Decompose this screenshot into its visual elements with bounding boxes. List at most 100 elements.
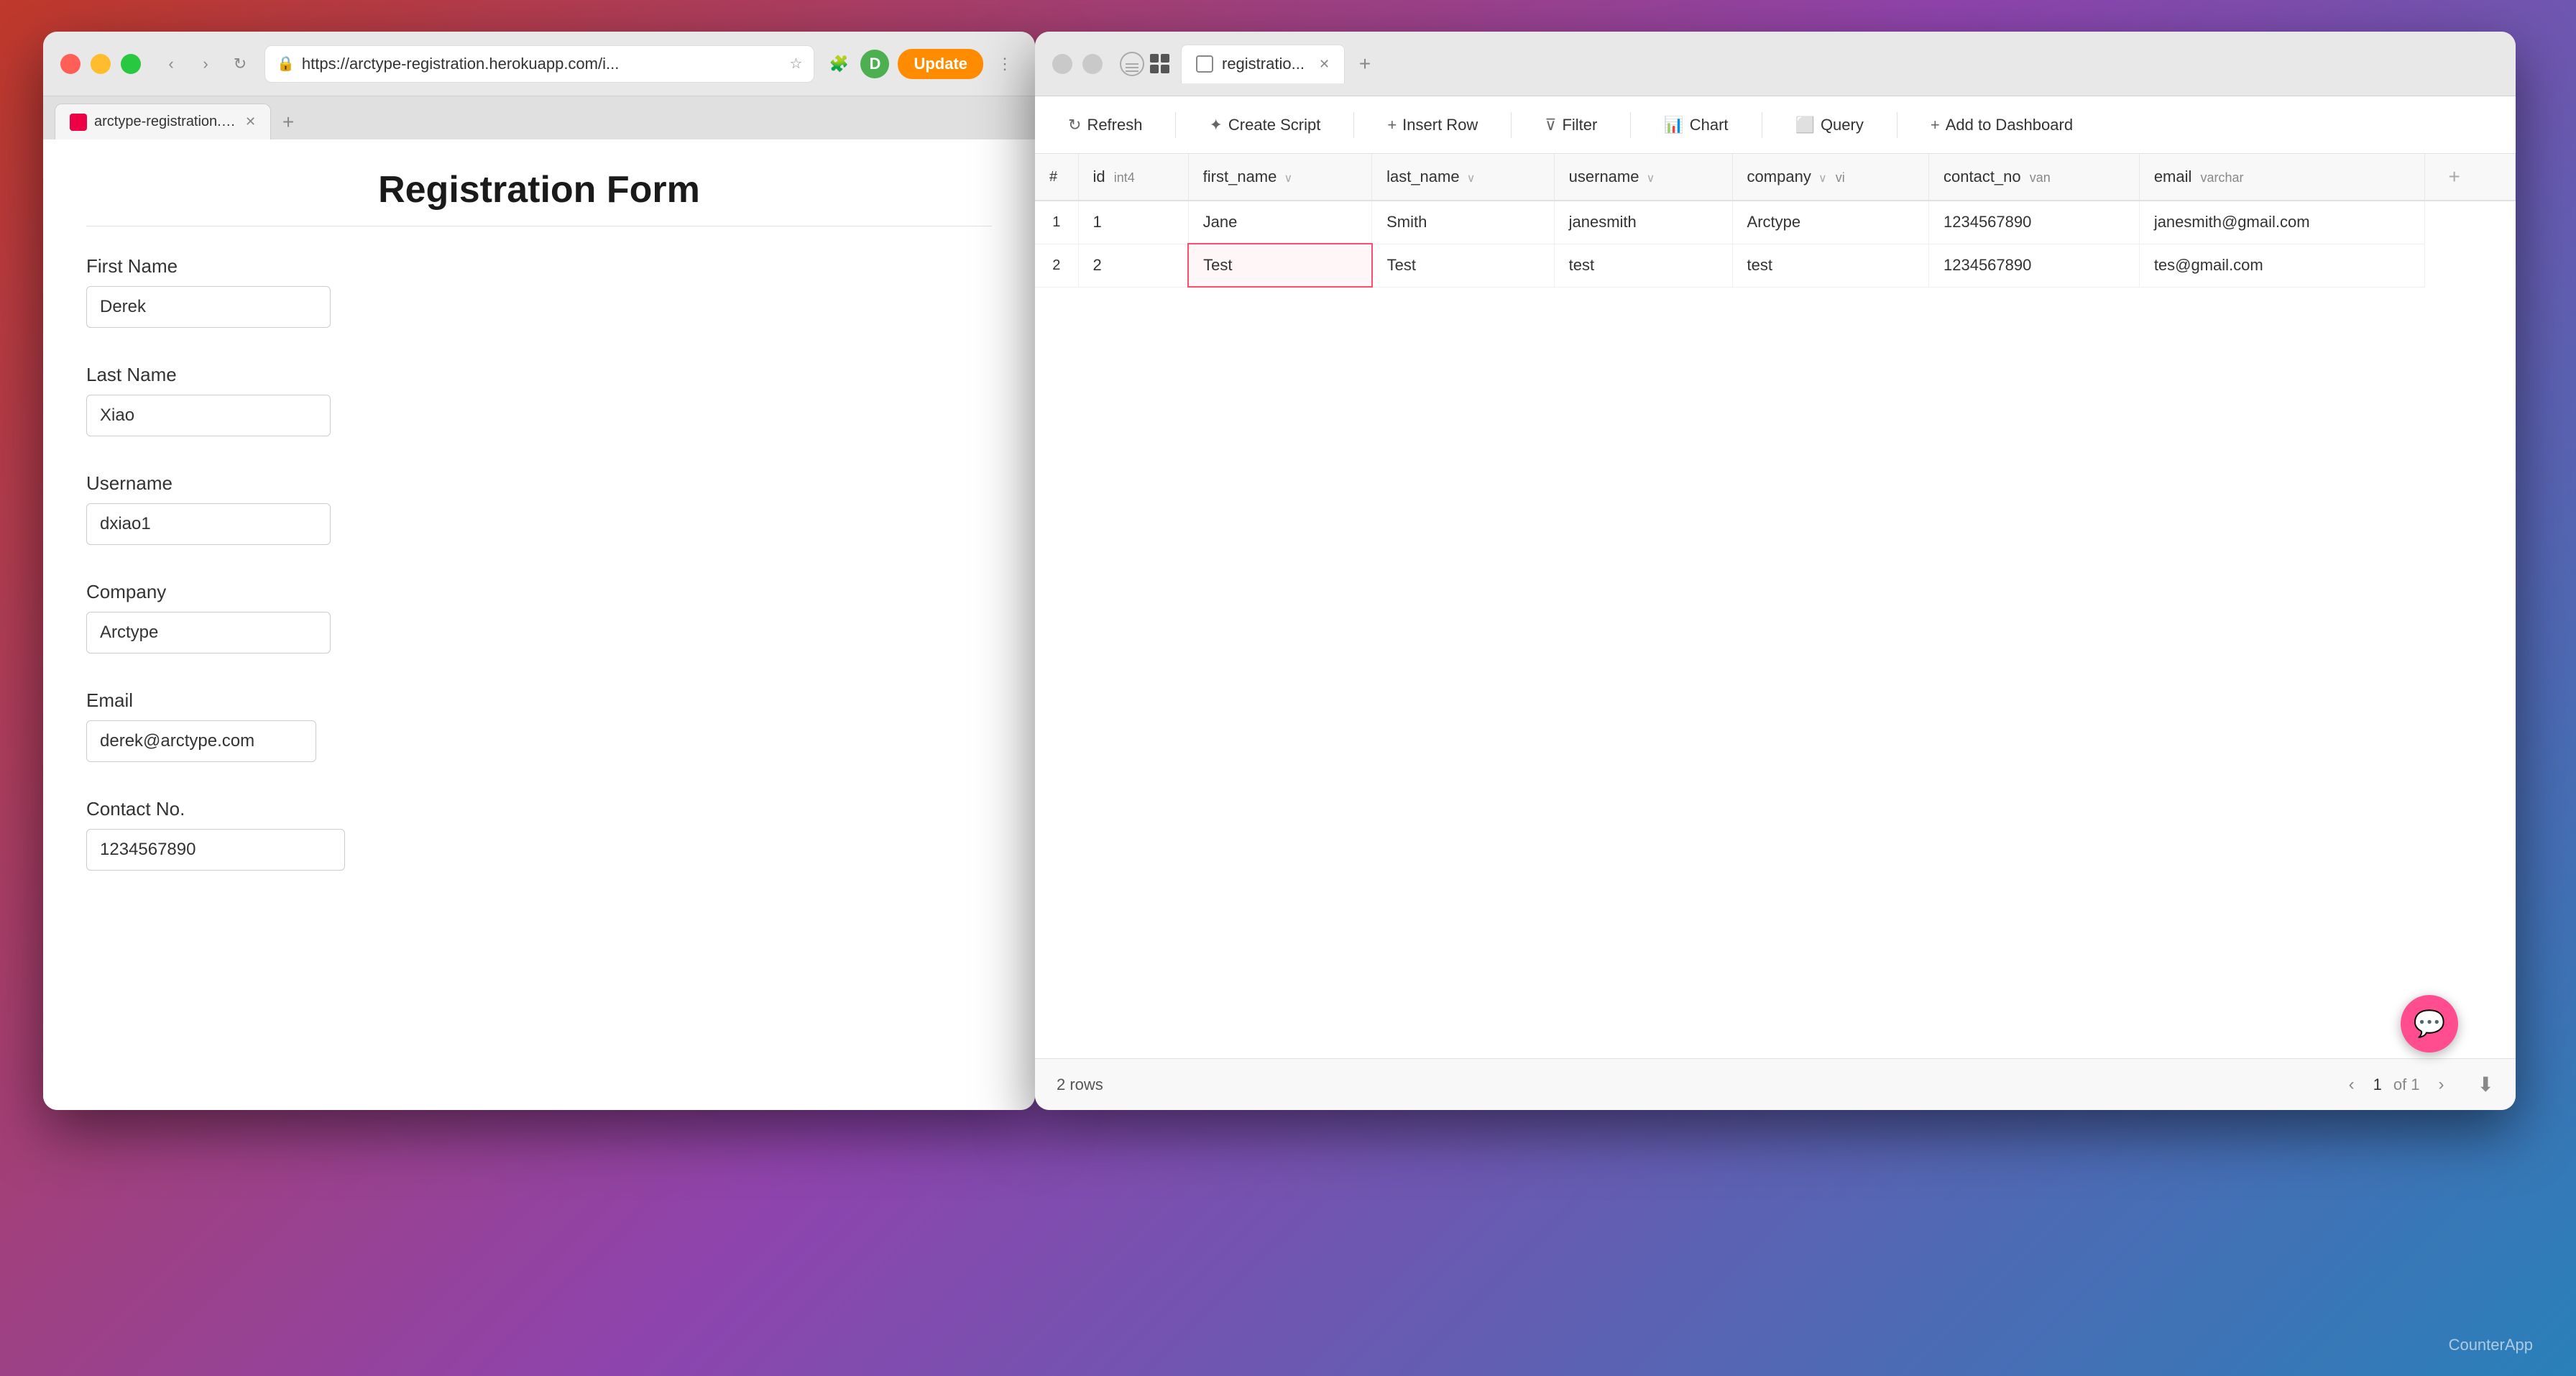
download-button[interactable]: ⬇ <box>2478 1073 2494 1096</box>
col-id-type: int4 <box>1114 170 1135 185</box>
insert-row-button[interactable]: + Insert Row <box>1376 110 1489 140</box>
address-bar[interactable]: 🔒 https://arctype-registration.herokuapp… <box>264 45 814 83</box>
db-tab-close-button[interactable]: ✕ <box>1319 57 1330 72</box>
row-1-email[interactable]: janesmith@gmail.com <box>2139 201 2425 244</box>
username-input[interactable] <box>86 503 331 545</box>
refresh-icon: ↻ <box>1068 116 1081 134</box>
first-name-input[interactable] <box>86 286 331 328</box>
page-next-button[interactable]: › <box>2432 1072 2452 1098</box>
add-to-dashboard-label: Add to Dashboard <box>1946 116 2073 134</box>
last-name-input[interactable] <box>86 395 331 436</box>
toolbar-separator-2 <box>1353 112 1354 138</box>
bookmark-icon[interactable]: ☆ <box>790 55 803 73</box>
company-input[interactable] <box>86 612 331 653</box>
script-icon: ✦ <box>1209 116 1222 134</box>
tab-close-button[interactable]: ✕ <box>245 114 256 129</box>
email-input[interactable] <box>86 720 316 762</box>
col-header-id[interactable]: id int4 <box>1078 154 1188 201</box>
page-prev-button[interactable]: ‹ <box>2342 1072 2362 1098</box>
traffic-lights <box>60 54 141 74</box>
close-window-button[interactable] <box>60 54 80 74</box>
extensions-icon[interactable]: 🧩 <box>826 51 852 77</box>
db-close-button[interactable] <box>1052 54 1072 74</box>
minimize-window-button[interactable] <box>91 54 111 74</box>
forward-button[interactable]: › <box>193 51 218 77</box>
username-label: Username <box>86 472 992 495</box>
dashboard-icon: + <box>1931 116 1940 134</box>
first-name-label: First Name <box>86 255 992 278</box>
row-2-last-name[interactable]: Test <box>1372 244 1555 287</box>
menu-icon[interactable]: ⋮ <box>992 51 1018 77</box>
row-1-username[interactable]: janesmith <box>1554 201 1732 244</box>
email-label: Email <box>86 689 992 712</box>
row-2-company[interactable]: test <box>1732 244 1928 287</box>
refresh-button[interactable]: ↻ Refresh <box>1057 110 1154 140</box>
grid-view-button[interactable] <box>1150 54 1169 73</box>
browser-titlebar: ‹ › ↻ 🔒 https://arctype-registration.her… <box>43 32 1035 96</box>
table-row: 1 1 Jane Smith janesmith Arctype 1234567… <box>1035 201 2516 244</box>
db-new-tab-button[interactable]: + <box>1351 50 1379 78</box>
row-1-company[interactable]: Arctype <box>1732 201 1928 244</box>
row-2-contact-no[interactable]: 1234567890 <box>1929 244 2140 287</box>
col-username-sort-icon: ∨ <box>1647 173 1655 185</box>
db-view-toggles <box>1120 52 1169 76</box>
table-row: 2 2 Test Test test test 1234567890 tes@g… <box>1035 244 2516 287</box>
browser-tab-active[interactable]: arctype-registration.he... ✕ <box>55 104 271 139</box>
tab-favicon <box>70 114 87 131</box>
col-header-username[interactable]: username ∨ <box>1554 154 1732 201</box>
col-contact-type: van <box>2030 170 2051 185</box>
row-1-contact-no[interactable]: 1234567890 <box>1929 201 2140 244</box>
col-company-type: vi <box>1836 170 1845 185</box>
create-script-button[interactable]: ✦ Create Script <box>1197 110 1332 140</box>
filter-label: Filter <box>1562 116 1597 134</box>
db-tab-active[interactable]: registratio... ✕ <box>1181 45 1345 83</box>
update-button[interactable]: Update <box>898 49 983 79</box>
db-tab-title: registratio... <box>1222 55 1305 73</box>
col-username-label: username <box>1569 168 1639 185</box>
row-1-id[interactable]: 1 <box>1078 201 1188 244</box>
contact-input[interactable] <box>86 829 345 871</box>
row-2-email[interactable]: tes@gmail.com <box>2139 244 2425 287</box>
db-titlebar: registratio... ✕ + <box>1035 32 2516 96</box>
col-header-last-name[interactable]: last_name ∨ <box>1372 154 1555 201</box>
row-2-username[interactable]: test <box>1554 244 1732 287</box>
create-script-label: Create Script <box>1228 116 1320 134</box>
chart-button[interactable]: 📊 Chart <box>1652 110 1739 140</box>
refresh-button[interactable]: ↻ <box>227 51 253 77</box>
maximize-window-button[interactable] <box>121 54 141 74</box>
row-2-id[interactable]: 2 <box>1078 244 1188 287</box>
row-1-last-name[interactable]: Smith <box>1372 201 1555 244</box>
db-minimize-button[interactable] <box>1082 54 1103 74</box>
desktop: ‹ › ↻ 🔒 https://arctype-registration.her… <box>0 0 2576 1376</box>
refresh-label: Refresh <box>1087 116 1142 134</box>
query-icon: ⬜ <box>1795 116 1815 134</box>
profile-icon[interactable]: D <box>860 50 889 78</box>
counterapp-label: CounterApp <box>2449 1336 2533 1354</box>
query-button[interactable]: ⬜ Query <box>1784 110 1875 140</box>
filter-icon: ⊽ <box>1545 116 1556 134</box>
col-company-sort-icon: ∨ <box>1818 173 1827 185</box>
lock-icon: 🔒 <box>277 55 295 73</box>
page-content: Registration Form First Name Last Name U… <box>43 139 1035 1110</box>
col-header-contact-no[interactable]: contact_no van <box>1929 154 2140 201</box>
back-button[interactable]: ‹ <box>158 51 184 77</box>
list-view-button[interactable] <box>1120 52 1144 76</box>
contact-group: Contact No. <box>86 798 992 871</box>
col-id-label: id <box>1093 168 1105 185</box>
db-pagination: ‹ 1 of 1 › ⬇ <box>2342 1072 2494 1098</box>
toolbar-separator-6 <box>1897 112 1898 138</box>
add-to-dashboard-button[interactable]: + Add to Dashboard <box>1919 110 2084 140</box>
query-label: Query <box>1821 116 1864 134</box>
col-header-num: # <box>1035 154 1078 201</box>
chat-bubble-button[interactable]: 💬 <box>2401 995 2458 1052</box>
col-header-email[interactable]: email varchar <box>2139 154 2425 201</box>
col-add-button[interactable]: + <box>2425 154 2516 201</box>
row-2-num: 2 <box>1035 244 1078 287</box>
row-2-first-name[interactable]: Test <box>1188 244 1371 287</box>
col-header-company[interactable]: company ∨ vi <box>1732 154 1928 201</box>
col-header-first-name[interactable]: first_name ∨ <box>1188 154 1371 201</box>
filter-button[interactable]: ⊽ Filter <box>1533 110 1609 140</box>
row-1-first-name[interactable]: Jane <box>1188 201 1371 244</box>
col-company-label: company <box>1747 168 1811 185</box>
new-tab-button[interactable]: + <box>274 108 303 137</box>
